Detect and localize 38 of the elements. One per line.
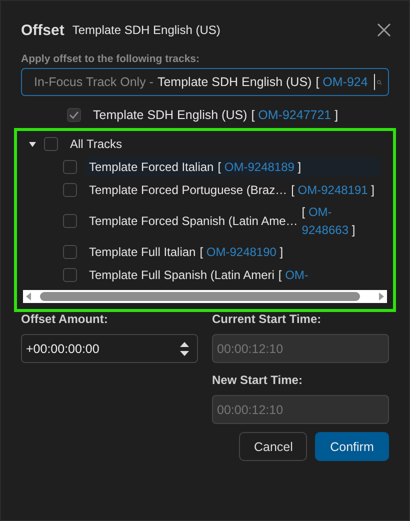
checkbox[interactable]: [63, 160, 77, 174]
track-id[interactable]: [ OM-9248663 ]: [302, 203, 377, 239]
track-name[interactable]: Template Forced Portuguese (Braz…: [89, 183, 288, 197]
dialog-title: Offset: [21, 22, 64, 38]
tree-toggle[interactable]: [29, 142, 36, 146]
track-id[interactable]: [ OM-9248189 ]: [218, 158, 302, 176]
confirm-button[interactable]: Confirm: [315, 432, 389, 461]
close-icon: [377, 23, 391, 37]
field-label: Current Start Time:: [212, 312, 322, 328]
offset-amount-field[interactable]: +00:00:00:00: [21, 334, 198, 363]
checkbox[interactable]: [44, 137, 58, 151]
cancel-button[interactable]: Cancel: [239, 432, 307, 461]
checkbox[interactable]: [63, 183, 77, 197]
field-label: Apply offset to the following tracks:: [21, 53, 201, 65]
track-name[interactable]: Template Full Spanish (Latin Ameri: [89, 268, 274, 282]
spinner-icon: [180, 342, 189, 356]
field-label: Offset Amount:: [21, 312, 109, 328]
track-id: [ OM-924: [316, 75, 368, 89]
track-id[interactable]: [ OM-9248190 ]: [200, 243, 284, 261]
search-prefix: In-Focus Track Only -: [34, 75, 154, 89]
highlighted-row[interactable]: Template Forced Italian [ OM-9248189 ]: [85, 157, 381, 177]
track-name[interactable]: Template Full Italian: [89, 245, 196, 259]
dialog-subtitle: Template SDH English (US): [72, 23, 222, 37]
tree-label: All Tracks: [70, 137, 122, 151]
track-name[interactable]: Template Forced Spanish (Latin Ame…: [89, 214, 298, 228]
track-id[interactable]: [ OM-9248191 ]: [291, 181, 374, 199]
search-track-name: Template SDH English (US): [157, 75, 312, 89]
track-name: Template SDH English (US): [93, 108, 248, 122]
search-field[interactable]: In-Focus Track Only - Template SDH English (US) [ OM-924: [21, 68, 389, 96]
track-id[interactable]: [ OM-: [278, 266, 308, 284]
track-name[interactable]: Template Forced Italian: [89, 160, 214, 174]
checkbox[interactable]: [63, 245, 77, 259]
checkbox[interactable]: [63, 214, 77, 228]
caret-icon: [29, 142, 36, 146]
checkbox[interactable]: [63, 268, 77, 282]
close-button[interactable]: [377, 23, 391, 37]
check-icon: [69, 111, 79, 119]
field-label: New Start Time:: [212, 373, 304, 389]
